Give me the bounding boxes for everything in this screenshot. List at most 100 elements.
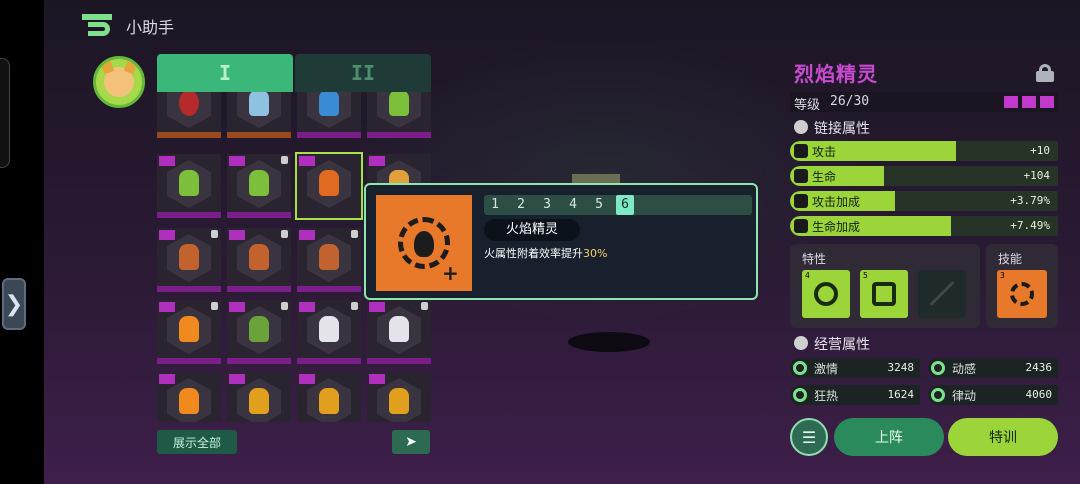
fire-attach-icon: + xyxy=(376,195,472,291)
trait-level[interactable]: 3 xyxy=(538,195,556,215)
tab-page-2[interactable]: II xyxy=(295,54,431,92)
business-stat: 律动 4060 xyxy=(928,385,1058,405)
tab-page-1[interactable]: I xyxy=(157,54,293,92)
character-cell[interactable] xyxy=(157,92,221,138)
skill-card[interactable]: 3 xyxy=(997,270,1047,318)
character-cell[interactable] xyxy=(367,300,431,364)
cell-level-badge xyxy=(229,230,245,240)
character-cell[interactable] xyxy=(157,372,221,422)
skills-title: 技能 xyxy=(998,252,1023,266)
trait-level-current[interactable]: 6 xyxy=(616,195,634,215)
stat-label: 生命加成 xyxy=(812,220,861,234)
stat-label: 攻击 xyxy=(812,145,837,159)
character-cell[interactable] xyxy=(227,300,291,364)
sword-plus-icon xyxy=(794,194,808,208)
back-button[interactable] xyxy=(82,14,112,36)
character-cell[interactable] xyxy=(227,92,291,138)
sword-percent-icon xyxy=(872,282,896,306)
passion-icon xyxy=(793,361,807,375)
cell-level-badge xyxy=(159,374,175,384)
crosshair-icon xyxy=(814,282,838,306)
player-avatar[interactable] xyxy=(93,56,145,108)
witch-creature-sprite xyxy=(389,92,409,116)
character-cell[interactable] xyxy=(157,154,221,218)
stat-value: +3.79% xyxy=(1010,194,1050,207)
trait-description-text: 火属性附着效率提升 xyxy=(484,247,583,260)
character-cell[interactable] xyxy=(367,372,431,422)
cell-level-badge xyxy=(299,156,315,166)
stat-row: 攻击 +10 xyxy=(790,141,1058,161)
fire-sprite xyxy=(179,316,199,342)
train-button[interactable]: 特训 xyxy=(948,418,1058,456)
character-cell[interactable] xyxy=(297,228,361,292)
business-label: 动感 xyxy=(952,362,977,376)
stat-value: +10 xyxy=(1030,144,1050,157)
egg-creature-sprite xyxy=(249,92,269,116)
character-cell[interactable] xyxy=(297,300,361,364)
lock-icon xyxy=(281,302,288,310)
business-label: 狂热 xyxy=(814,389,839,403)
avatar-ear-left xyxy=(99,59,115,75)
witch-sprite xyxy=(249,170,269,196)
character-shadow xyxy=(568,332,650,352)
hero-name: 烈焰精灵 xyxy=(794,62,878,86)
trait-name: 火焰精灵 xyxy=(484,219,580,241)
trait-card[interactable]: 5 xyxy=(860,270,908,318)
show-all-button[interactable]: 展示全部 xyxy=(157,430,237,454)
icon-flame xyxy=(414,231,434,257)
duck-sprite xyxy=(249,388,269,414)
character-cell[interactable] xyxy=(227,372,291,422)
character-cell[interactable] xyxy=(157,300,221,364)
side-expand-tab[interactable]: ❯ xyxy=(2,278,26,330)
character-cell[interactable] xyxy=(227,154,291,218)
icon-plus: + xyxy=(442,261,459,285)
cursor-sort-icon[interactable]: ➤ xyxy=(392,430,430,454)
trait-level[interactable]: 5 xyxy=(590,195,608,215)
trait-card-empty[interactable] xyxy=(918,270,966,318)
sword-icon xyxy=(794,144,808,158)
monkey-sprite xyxy=(319,244,339,270)
cell-level-badge xyxy=(229,302,245,312)
trait-card[interactable]: 4 xyxy=(802,270,850,318)
lock-icon xyxy=(351,302,358,310)
character-cell[interactable] xyxy=(297,92,361,138)
list-menu-icon[interactable]: ☰ xyxy=(790,418,828,456)
monkey-sprite xyxy=(249,244,269,270)
cell-level-badge xyxy=(159,230,175,240)
section-dot-icon xyxy=(794,120,808,134)
heart-icon xyxy=(794,169,808,183)
cell-level-badge xyxy=(299,374,315,384)
page-title: 小助手 xyxy=(126,18,175,37)
combat-section-title: 链接属性 xyxy=(814,121,870,137)
character-cell[interactable] xyxy=(157,228,221,292)
deploy-button[interactable]: 上阵 xyxy=(834,418,944,456)
business-value: 4060 xyxy=(1025,388,1053,401)
monkey-sprite xyxy=(179,244,199,270)
character-cell-selected[interactable] xyxy=(295,152,363,220)
cell-level-badge xyxy=(369,302,385,312)
trait-level[interactable]: 1 xyxy=(486,195,504,215)
back-icon-arc xyxy=(88,22,110,36)
character-cell[interactable] xyxy=(297,372,361,422)
fire-attach-icon xyxy=(1010,282,1034,306)
cell-level-badge xyxy=(369,156,385,166)
character-cell[interactable] xyxy=(367,92,431,138)
stat-row: 生命加成 +7.49% xyxy=(790,216,1058,236)
cell-level-badge xyxy=(159,156,175,166)
back-icon-top xyxy=(82,14,112,20)
business-value: 1624 xyxy=(887,388,915,401)
business-stat: 狂热 1624 xyxy=(790,385,920,405)
trait-popup: + 1 2 3 4 5 6 火焰精灵 火属性附着效率提升30% xyxy=(364,183,758,300)
cell-level-badge xyxy=(299,230,315,240)
character-cell[interactable] xyxy=(227,228,291,292)
trait-level[interactable]: 4 xyxy=(564,195,582,215)
heart-plus-icon xyxy=(794,219,808,233)
lock-icon[interactable] xyxy=(1036,64,1054,82)
lock-icon xyxy=(351,230,358,238)
cell-level-badge xyxy=(159,302,175,312)
trait-level[interactable]: 2 xyxy=(512,195,530,215)
business-value: 2436 xyxy=(1025,361,1053,374)
lock-icon xyxy=(281,230,288,238)
gutter-notch xyxy=(0,58,10,168)
trait-level-num: 4 xyxy=(805,271,810,280)
